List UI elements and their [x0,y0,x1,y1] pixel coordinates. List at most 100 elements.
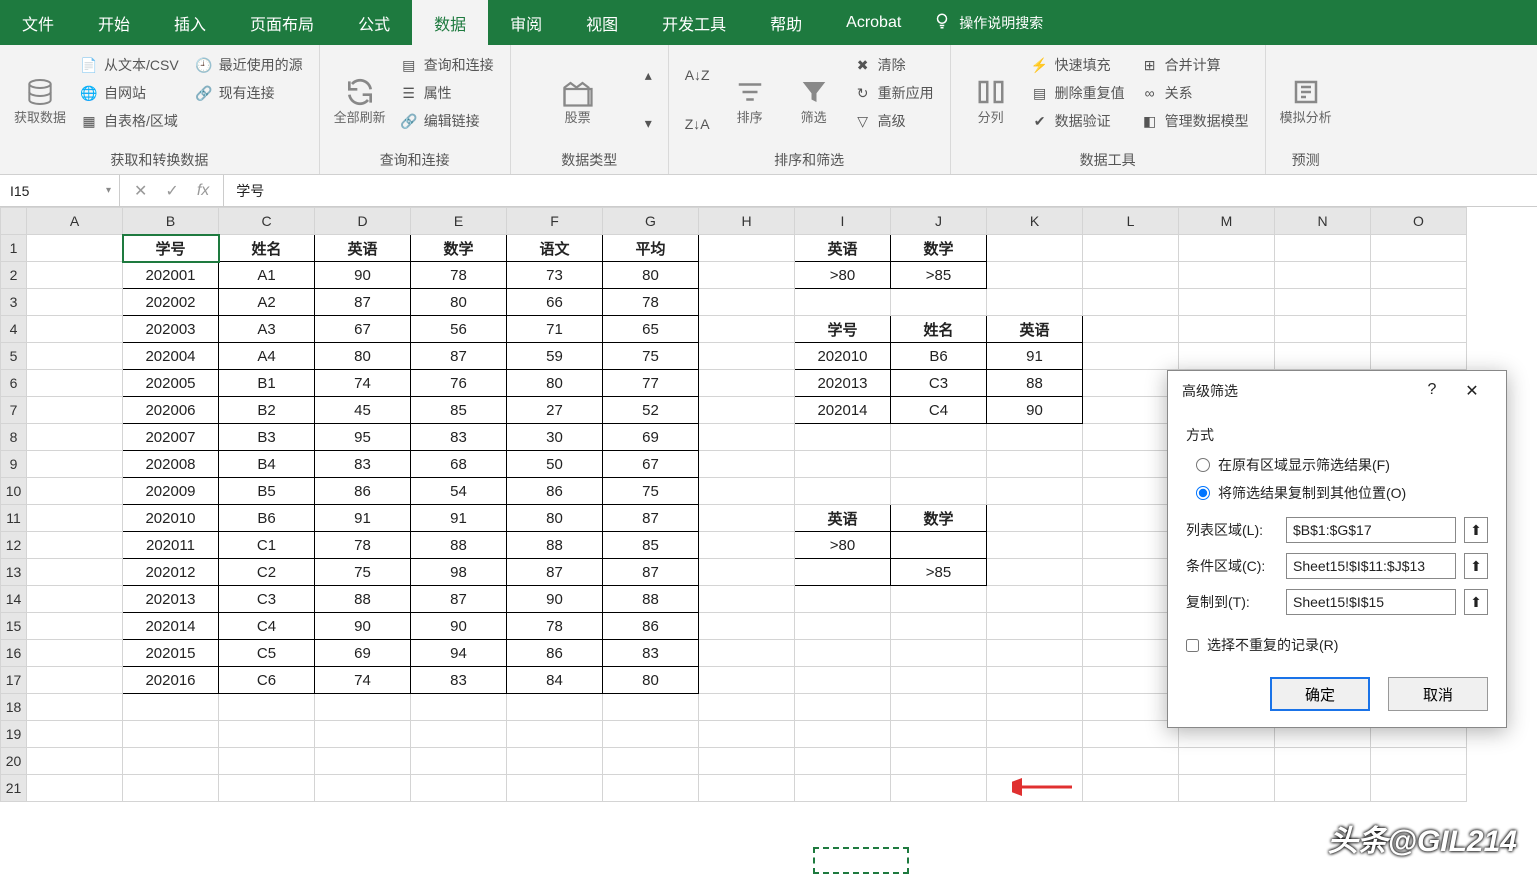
cell-A3[interactable] [27,289,123,316]
cell-A13[interactable] [27,559,123,586]
cell-K8[interactable] [987,424,1083,451]
cell-M5[interactable] [1179,343,1275,370]
tab-review[interactable]: 审阅 [488,0,564,45]
cell-C2[interactable]: A1 [219,262,315,289]
cell-E15[interactable]: 90 [411,613,507,640]
ok-button[interactable]: 确定 [1270,677,1370,711]
cell-C7[interactable]: B2 [219,397,315,424]
cell-J4[interactable]: 姓名 [891,316,987,343]
row-header-7[interactable]: 7 [1,397,27,424]
cell-G21[interactable] [603,775,699,802]
clear-filter-button[interactable]: ✖清除 [850,53,938,77]
cell-K20[interactable] [987,748,1083,775]
cell-D4[interactable]: 67 [315,316,411,343]
cell-B1[interactable]: 学号 [123,235,219,262]
cell-C19[interactable] [219,721,315,748]
cell-J7[interactable]: C4 [891,397,987,424]
cell-L17[interactable] [1083,667,1179,694]
cell-G19[interactable] [603,721,699,748]
cell-J12[interactable] [891,532,987,559]
cell-F14[interactable]: 90 [507,586,603,613]
cell-C8[interactable]: B3 [219,424,315,451]
row-header-11[interactable]: 11 [1,505,27,532]
cell-H12[interactable] [699,532,795,559]
cell-J20[interactable] [891,748,987,775]
cell-O1[interactable] [1371,235,1467,262]
cell-L4[interactable] [1083,316,1179,343]
cell-J10[interactable] [891,478,987,505]
cell-I21[interactable] [795,775,891,802]
cell-B15[interactable]: 202014 [123,613,219,640]
whatif-button[interactable]: 模拟分析 [1278,53,1334,146]
cell-M2[interactable] [1179,262,1275,289]
tab-layout[interactable]: 页面布局 [228,0,336,45]
cell-D13[interactable]: 75 [315,559,411,586]
cell-J17[interactable] [891,667,987,694]
cell-J8[interactable] [891,424,987,451]
row-header-4[interactable]: 4 [1,316,27,343]
cell-G20[interactable] [603,748,699,775]
cell-D19[interactable] [315,721,411,748]
cell-E8[interactable]: 83 [411,424,507,451]
col-header-G[interactable]: G [603,208,699,235]
cell-H21[interactable] [699,775,795,802]
cell-A11[interactable] [27,505,123,532]
cell-G2[interactable]: 80 [603,262,699,289]
cell-G15[interactable]: 86 [603,613,699,640]
cell-E21[interactable] [411,775,507,802]
tab-dev[interactable]: 开发工具 [640,0,748,45]
cell-E10[interactable]: 54 [411,478,507,505]
cell-K11[interactable] [987,505,1083,532]
cell-I11[interactable]: 英语 [795,505,891,532]
cell-G14[interactable]: 88 [603,586,699,613]
cell-E19[interactable] [411,721,507,748]
cell-B2[interactable]: 202001 [123,262,219,289]
cell-G17[interactable]: 80 [603,667,699,694]
cell-O2[interactable] [1371,262,1467,289]
cell-M20[interactable] [1179,748,1275,775]
cell-B7[interactable]: 202006 [123,397,219,424]
cell-H17[interactable] [699,667,795,694]
cell-C10[interactable]: B5 [219,478,315,505]
cell-D1[interactable]: 英语 [315,235,411,262]
row-header-12[interactable]: 12 [1,532,27,559]
dialog-help-button[interactable]: ? [1412,381,1452,401]
recent-sources-button[interactable]: 🕘最近使用的源 [191,53,307,77]
cell-L14[interactable] [1083,586,1179,613]
col-header-A[interactable]: A [27,208,123,235]
cell-B18[interactable] [123,694,219,721]
cell-E13[interactable]: 98 [411,559,507,586]
cell-H6[interactable] [699,370,795,397]
cell-G11[interactable]: 87 [603,505,699,532]
col-header-O[interactable]: O [1371,208,1467,235]
cell-H11[interactable] [699,505,795,532]
fx-icon[interactable]: fx [197,182,209,200]
cell-C12[interactable]: C1 [219,532,315,559]
cell-K16[interactable] [987,640,1083,667]
select-all[interactable] [1,208,27,235]
cell-L9[interactable] [1083,451,1179,478]
cell-K1[interactable] [987,235,1083,262]
cell-I19[interactable] [795,721,891,748]
datatype-down-button[interactable]: ▾ [641,113,656,134]
cell-F6[interactable]: 80 [507,370,603,397]
cell-J5[interactable]: B6 [891,343,987,370]
from-table-button[interactable]: ▦自表格/区域 [76,109,183,133]
cell-F2[interactable]: 73 [507,262,603,289]
cell-I7[interactable]: 202014 [795,397,891,424]
cell-B10[interactable]: 202009 [123,478,219,505]
cell-M1[interactable] [1179,235,1275,262]
cell-D2[interactable]: 90 [315,262,411,289]
cell-F17[interactable]: 84 [507,667,603,694]
cell-L15[interactable] [1083,613,1179,640]
cell-C4[interactable]: A3 [219,316,315,343]
cell-A17[interactable] [27,667,123,694]
cell-F16[interactable]: 86 [507,640,603,667]
criteria-range-ref-button[interactable]: ⬆ [1464,553,1488,579]
cell-G13[interactable]: 87 [603,559,699,586]
cell-I14[interactable] [795,586,891,613]
radio-filter-inplace[interactable]: 在原有区域显示筛选结果(F) [1186,451,1488,479]
cell-J21[interactable] [891,775,987,802]
cell-F5[interactable]: 59 [507,343,603,370]
cell-L20[interactable] [1083,748,1179,775]
